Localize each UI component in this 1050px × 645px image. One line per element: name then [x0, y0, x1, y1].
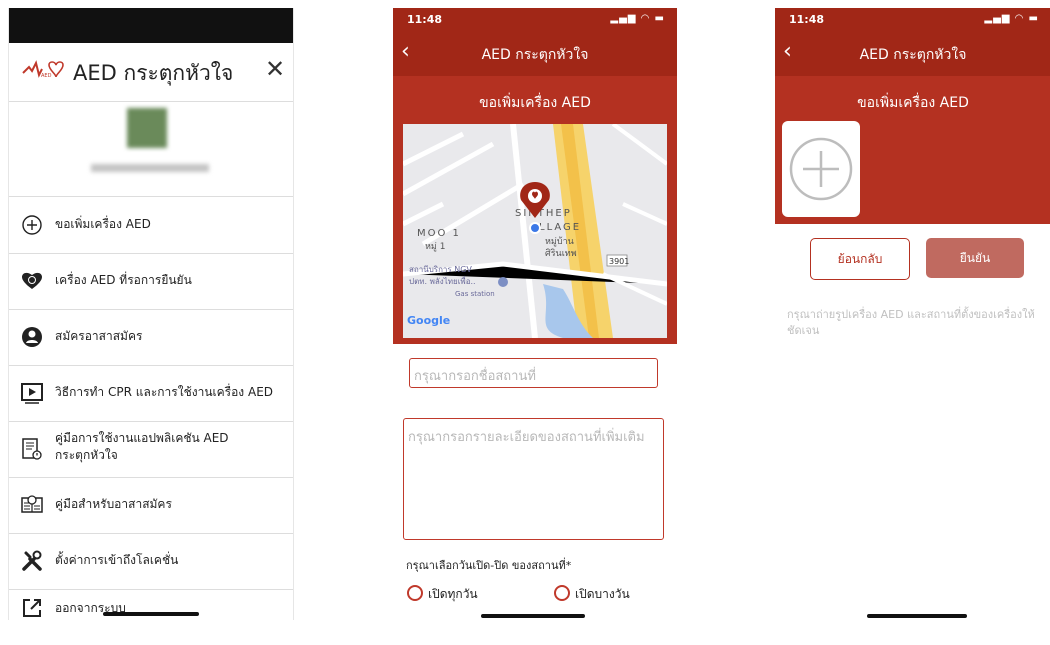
status-time: 11:48 [789, 13, 825, 26]
svg-text:3901: 3901 [609, 257, 629, 266]
nav-title: AED กระตุกหัวใจ [859, 47, 967, 63]
status-bar [9, 8, 293, 43]
svg-text:สถานีบริการ NGV: สถานีบริการ NGV [409, 265, 472, 274]
manual-book-icon [22, 438, 42, 460]
menu-item-label: วิธีการทำ CPR และการใช้งานเครื่อง AED [55, 385, 274, 399]
menu-item-label: เครื่อง AED ที่รอการยืนยัน [55, 273, 192, 287]
plus-circle-icon [22, 215, 42, 235]
place-detail-textarea[interactable]: กรุณากรอกรายละเอียดของสถานที่เพิ่มเติม [403, 418, 664, 540]
avatar [127, 108, 167, 148]
place-name-placeholder: กรุณากรอกชื่อสถานที่ [414, 369, 536, 384]
menu-item-label: คู่มือการใช้งานแอปพลิเคชัน AED กระตุกหัว… [55, 430, 229, 464]
svg-text:ปตท. พลังไทยเพื่อ..: ปตท. พลังไทยเพื่อ.. [409, 275, 476, 286]
nav-title: AED กระตุกหัวใจ [481, 47, 589, 63]
location-map[interactable]: MOO 1 หมู่ 1 SINTHEP LLAGE หมู่บ้าน ศิริ… [403, 124, 667, 338]
menu-item-volunteer-guide[interactable]: คู่มือสำหรับอาสาสมัคร [9, 477, 293, 534]
place-name-input[interactable]: กรุณากรอกชื่อสถานที่ [409, 358, 658, 388]
menu-item-app-manual[interactable]: คู่มือการใช้งานแอปพลิเคชัน AED กระตุกหัว… [9, 421, 293, 478]
heart-clock-icon [22, 272, 42, 289]
signal-wifi-battery-icon: ▂▄▆ ◠ ▬ [610, 13, 665, 24]
status-bar: 11:48 ▂▄▆ ◠ ▬ [393, 8, 677, 30]
svg-text:หมู่ 1: หมู่ 1 [425, 242, 445, 252]
svg-text:ศิรินเทพ: ศิรินเทพ [545, 248, 577, 259]
menu-item-location-settings[interactable]: ตั้งค่าการเข้าถึงโลเคชั่น [9, 533, 293, 590]
home-indicator [481, 614, 585, 618]
menu-item-label-line1: คู่มือการใช้งานแอปพลิเคชัน AED [55, 431, 229, 445]
user-circle-icon [22, 327, 42, 347]
menu-item-request-aed[interactable]: ขอเพิ่มเครื่อง AED [9, 197, 293, 254]
aed-logo-icon: AED [22, 60, 64, 79]
user-name-blurred [91, 164, 209, 172]
close-icon[interactable]: ✕ [265, 55, 285, 83]
menu-screen: AED AED กระตุกหัวใจ ✕ ขอเพิ่มเครื่อง AED… [8, 8, 294, 620]
radio-everyday-label: เปิดทุกวัน [428, 587, 478, 601]
menu-item-label: คู่มือสำหรับอาสาสมัคร [55, 497, 172, 511]
page-subtitle: ขอเพิ่มเครื่อง AED [857, 95, 969, 111]
status-bar: 11:48 ▂▄▆ ◠ ▬ [775, 8, 1050, 30]
menu-item-pending-aed[interactable]: เครื่อง AED ที่รอการยืนยัน [9, 253, 293, 310]
confirm-button[interactable]: ยืนยัน [926, 238, 1024, 278]
radio-somedays[interactable] [554, 585, 570, 601]
play-video-icon [21, 383, 43, 404]
tools-icon [22, 550, 42, 571]
menu-item-label: สมัครอาสาสมัคร [55, 329, 143, 343]
request-form-screen: 11:48 ▂▄▆ ◠ ▬ ‹ AED กระตุกหัวใจ ขอเพิ่มเ… [393, 8, 677, 620]
menu-item-register-volunteer[interactable]: สมัครอาสาสมัคร [9, 309, 293, 366]
map-label-moo1: MOO 1 [417, 228, 461, 239]
svg-text:LLAGE: LLAGE [539, 222, 581, 233]
add-photo-plus-icon [789, 137, 853, 201]
menu-item-label: ตั้งค่าการเข้าถึงโลเคชั่น [55, 553, 179, 567]
svg-text:AED: AED [41, 73, 52, 79]
svg-text:Gas station: Gas station [455, 290, 495, 298]
page-subtitle: ขอเพิ่มเครื่อง AED [479, 95, 591, 111]
add-photo-button[interactable] [782, 121, 860, 217]
volunteer-guide-icon [21, 495, 43, 513]
status-time: 11:48 [407, 13, 443, 26]
menu-item-label-line2: กระตุกหัวใจ [55, 448, 118, 462]
home-indicator [867, 614, 967, 618]
logout-icon [23, 599, 41, 617]
radio-somedays-label: เปิดบางวัน [575, 587, 630, 601]
nav-bar: ‹ AED กระตุกหัวใจ [775, 30, 1050, 76]
home-indicator [103, 612, 199, 616]
place-detail-placeholder: กรุณากรอกรายละเอียดของสถานที่เพิ่มเติม [408, 430, 645, 445]
photo-hint-text: กรุณาถ่ายรูปเครื่อง AED และสถานที่ตั้งขอ… [787, 308, 1035, 337]
back-button[interactable]: ย้อนกลับ [810, 238, 910, 280]
menu-item-logout[interactable]: ออกจากระบบ [9, 589, 293, 645]
signal-wifi-battery-icon: ▂▄▆ ◠ ▬ [984, 13, 1039, 24]
menu-item-label: ขอเพิ่มเครื่อง AED [55, 217, 151, 231]
app-title: AED กระตุกหัวใจ [73, 61, 234, 85]
map-graphic: MOO 1 หมู่ 1 SINTHEP LLAGE หมู่บ้าน ศิริ… [403, 124, 667, 338]
photo-upload-screen: 11:48 ▂▄▆ ◠ ▬ ‹ AED กระตุกหัวใจ ขอเพิ่มเ… [775, 8, 1050, 620]
radio-everyday[interactable] [407, 585, 423, 601]
svg-text:Google: Google [407, 314, 450, 327]
nav-bar: ‹ AED กระตุกหัวใจ [393, 30, 677, 76]
user-profile [9, 101, 293, 197]
menu-header: AED AED กระตุกหัวใจ ✕ [9, 43, 293, 102]
opening-days-label: กรุณาเลือกวันเปิด-ปิด ของสถานที่* [406, 559, 572, 572]
svg-text:หมู่บ้าน: หมู่บ้าน [545, 236, 574, 247]
menu-item-cpr-video[interactable]: วิธีการทำ CPR และการใช้งานเครื่อง AED [9, 365, 293, 422]
svg-text:SINTHEP: SINTHEP [515, 208, 572, 219]
